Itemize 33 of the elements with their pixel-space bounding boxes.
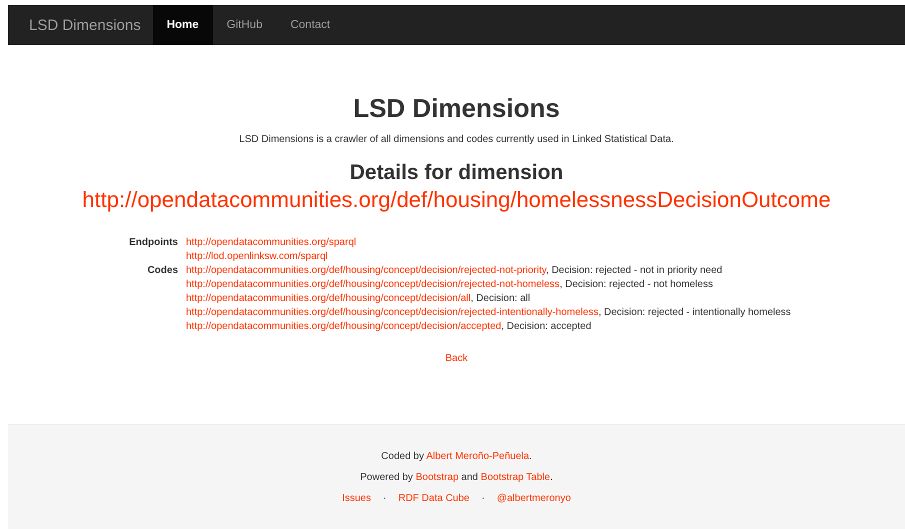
endpoints-label: Endpoints (128, 237, 178, 250)
code-link[interactable]: http://opendatacommunities.org/def/housing/concept/decision/rejected-not-homeless (186, 279, 560, 290)
footer-link[interactable]: @albertmeronyo (496, 492, 571, 504)
code-entry: http://opendatacommunities.org/def/housing/concept/decision/rejected-not-priority, Decision: rejected - not in priority need (186, 265, 722, 276)
brand-link[interactable]: LSD Dimensions (8, 5, 153, 45)
code-link[interactable]: http://opendatacommunities.org/def/housing/concept/decision/accepted (186, 321, 502, 332)
footer-link[interactable]: RDF Data Cube (398, 492, 470, 504)
nav-item[interactable]: Contact (276, 5, 344, 45)
footer-text: Coded by Albert Meroño-Peñuela. (381, 450, 532, 462)
endpoint-link[interactable]: http://lod.openlinksw.com/sparql (186, 251, 328, 262)
back-link[interactable]: Back (445, 353, 468, 364)
codes-label: Codes (146, 265, 178, 278)
code-entry: http://opendatacommunities.org/def/housing/concept/decision/rejected-intentionally-homeless, Decision: rejected - intentionally homeless (186, 307, 791, 318)
code-link[interactable]: http://opendatacommunities.org/def/housing/concept/decision/all (186, 293, 471, 304)
footer-link[interactable]: Issues (342, 492, 371, 504)
code-entry: http://opendatacommunities.org/def/housing/concept/decision/all, Decision: all (186, 293, 530, 304)
separator-dot: · (383, 492, 386, 504)
footer-link[interactable]: Bootstrap (416, 472, 459, 482)
footer-text: Powered by Bootstrap and Bootstrap Table. (360, 472, 553, 482)
nav-item[interactable]: GitHub (212, 5, 276, 45)
endpoint-link[interactable]: http://opendatacommunities.org/sparql (186, 237, 356, 248)
footer-link[interactable]: Bootstrap Table (480, 472, 550, 482)
page-title: LSD Dimensions (352, 93, 561, 124)
code-entry: http://opendatacommunities.org/def/housing/concept/decision/rejected-not-homeless, Decision: rejected - not homeless (186, 279, 713, 290)
code-link[interactable]: http://opendatacommunities.org/def/housing/concept/decision/rejected-intentionally-homeless (186, 307, 598, 318)
nav-item[interactable]: Home (152, 5, 213, 45)
code-entry: http://opendatacommunities.org/def/housing/concept/decision/accepted, Decision: accepted (186, 321, 592, 332)
footer-link[interactable]: Albert Meroño-Peñuela (426, 450, 530, 462)
page-subtitle: LSD Dimensions is a crawler of all dimensions and codes currently used in Linked Statistical Data. (238, 134, 675, 145)
code-link[interactable]: http://opendatacommunities.org/def/housing/concept/decision/rejected-not-priority (186, 265, 546, 276)
dimension-uri-link[interactable]: http://opendatacommunities.org/def/housing/homelessnessDecisionOutcome (82, 187, 831, 213)
dimension-heading: Details for dimension (348, 161, 564, 185)
separator-dot: · (481, 492, 485, 504)
